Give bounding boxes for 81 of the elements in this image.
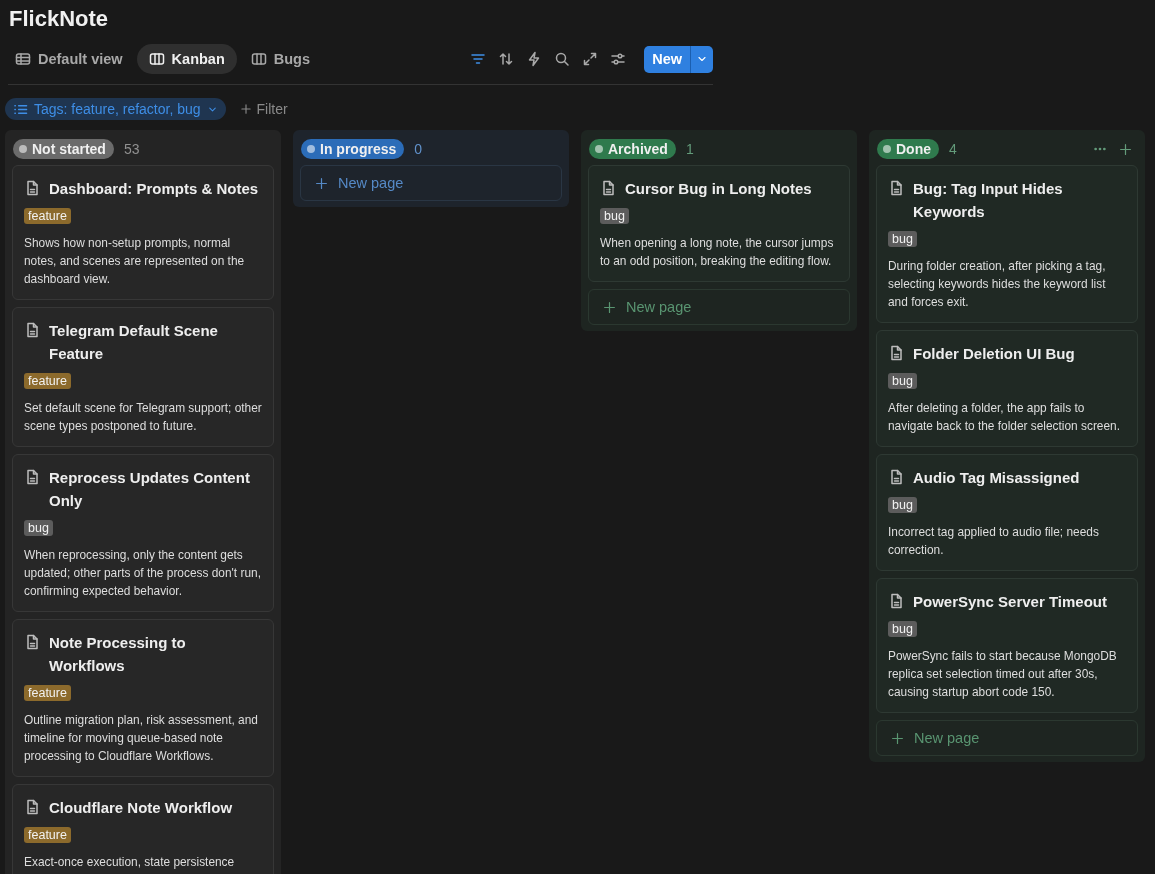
card-count: 0: [414, 141, 423, 157]
document-icon: [888, 468, 904, 486]
view-tab[interactable]: Bugs: [238, 44, 323, 74]
document-icon: [888, 179, 904, 197]
document-icon: [24, 321, 40, 339]
expand-icon[interactable]: [582, 51, 599, 67]
task-card[interactable]: Audio Tag Misassigned bug Incorrect tag applied to audio file; needs correction.: [876, 454, 1138, 571]
task-card[interactable]: Folder Deletion UI Bug bug After deleting a folder, the app fails to navigate back to the folder selection screen.: [876, 330, 1138, 447]
card-title: PowerSync Server Timeout: [913, 592, 1107, 612]
card-description: Exact-once execution, state persistence: [24, 854, 236, 871]
card-count: 1: [685, 141, 694, 157]
card-title: Cursor Bug in Long Notes: [625, 179, 812, 199]
tag-label: bug: [888, 621, 917, 637]
board-icon: [250, 51, 267, 67]
plus-icon[interactable]: [1119, 142, 1132, 156]
document-icon: [24, 633, 40, 651]
task-card[interactable]: Bug: Tag Input Hides Keywords bug During folder creation, after picking a tag, selecting keywords hides the keyword list and forces exit.: [876, 165, 1138, 323]
tag-label: bug: [888, 373, 917, 389]
task-card[interactable]: Note Processing to Workflows feature Outline migration plan, risk assessment, and timeline for moving queue-based note processing to Cloudflare Workflows.: [12, 619, 274, 777]
card-count: 53: [123, 141, 140, 157]
status-label: Done: [877, 139, 939, 159]
card-title: Folder Deletion UI Bug: [913, 344, 1075, 364]
card-title: Bug: Tag Input Hides Keywords: [913, 179, 1064, 222]
document-icon: [24, 798, 40, 816]
tag-label: feature: [24, 827, 71, 843]
new-page-button[interactable]: New page: [588, 289, 850, 325]
status-label: Not started: [13, 139, 114, 159]
tag-label: bug: [600, 208, 629, 224]
tag-label: feature: [24, 373, 71, 389]
status-label: In progress: [301, 139, 405, 159]
card-description: Outline migration plan, risk assessment, and timeline for moving queue-based note processing to Cloudflare Workflows.: [24, 712, 259, 765]
card-description: When opening a long note, the cursor jumps to an odd position, breaking the editing flow.: [600, 235, 835, 270]
document-icon: [888, 344, 904, 362]
plus-icon: [315, 176, 328, 190]
card-description: Incorrect tag applied to audio file; needs correction.: [888, 524, 1100, 559]
card-title: Reprocess Updates Content Only: [49, 468, 251, 511]
card-title: Audio Tag Misassigned: [913, 468, 1080, 488]
board-icon: [148, 51, 165, 67]
settings-icon[interactable]: [610, 51, 627, 67]
filter-chip[interactable]: Tags: feature, refactor, bug: [5, 98, 226, 120]
task-card[interactable]: Reprocess Updates Content Only bug When reprocessing, only the content gets updated; other parts of the process don't run, confirming expected behavior.: [12, 454, 274, 612]
card-description: Shows how non-setup prompts, normal notes, and scenes are represented on the dashboard view.: [24, 235, 246, 288]
view-tab[interactable]: Kanban: [136, 44, 237, 74]
card-count: 4: [949, 141, 957, 157]
plus-icon: [239, 103, 252, 115]
card-title: Cloudflare Note Workflow: [49, 798, 233, 818]
task-card[interactable]: Cloudflare Note Workflow feature Exact-once execution, state persistence: [12, 784, 274, 874]
new-page-button[interactable]: New page: [300, 165, 562, 201]
card-description: During folder creation, after picking a tag, selecting keywords hides the keyword list and forces exit.: [888, 258, 1107, 311]
card-description: Set default scene for Telegram support; other scene types postponed to future.: [24, 400, 262, 435]
tag-label: bug: [24, 520, 53, 536]
table-icon: [15, 51, 31, 67]
card-title: Telegram Default Scene Feature: [49, 321, 219, 364]
filter-icon[interactable]: [470, 51, 487, 67]
task-card[interactable]: Telegram Default Scene Feature feature Set default scene for Telegram support; other scene types postponed to future.: [12, 307, 274, 447]
tag-label: bug: [888, 497, 917, 513]
card-description: PowerSync fails to start because MongoDB replica set selection timed out after 30s, causing startup abort code 150.: [888, 648, 1118, 701]
sort-icon[interactable]: [498, 51, 515, 67]
tag-label: feature: [24, 208, 71, 224]
task-card[interactable]: PowerSync Server Timeout bug PowerSync fails to start because MongoDB replica set selection timed out after 30s, causing startup abort code 150.: [876, 578, 1138, 713]
plus-icon: [603, 300, 616, 314]
task-card[interactable]: Cursor Bug in Long Notes bug When opening a long note, the cursor jumps to an odd position, breaking the editing flow.: [588, 165, 850, 282]
document-icon: [600, 179, 616, 197]
document-icon: [24, 468, 40, 486]
tag-label: bug: [888, 231, 917, 247]
status-label: Archived: [589, 139, 676, 159]
document-icon: [888, 592, 904, 610]
card-title: Note Processing to Workflows: [49, 633, 187, 676]
search-icon[interactable]: [554, 51, 571, 67]
card-title: Dashboard: Prompts & Notes: [49, 179, 259, 199]
tag-label: feature: [24, 685, 71, 701]
document-icon: [24, 179, 40, 197]
task-card[interactable]: Dashboard: Prompts & Notes feature Shows how non-setup prompts, normal notes, and scenes are represented on the dashboard view.: [12, 165, 274, 300]
add-filter-button[interactable]: Filter: [233, 98, 294, 120]
card-description: When reprocessing, only the content gets updated; other parts of the process don't run, confirming expected behavior.: [24, 547, 262, 600]
card-description: After deleting a folder, the app fails to navigate back to the folder selection screen.: [888, 400, 1121, 435]
view-tab[interactable]: Default view: [8, 44, 135, 74]
plus-icon: [891, 731, 904, 745]
new-page-button[interactable]: New page: [876, 720, 1138, 756]
app-title: FlickNote: [9, 6, 109, 32]
new-button[interactable]: New: [644, 45, 713, 73]
